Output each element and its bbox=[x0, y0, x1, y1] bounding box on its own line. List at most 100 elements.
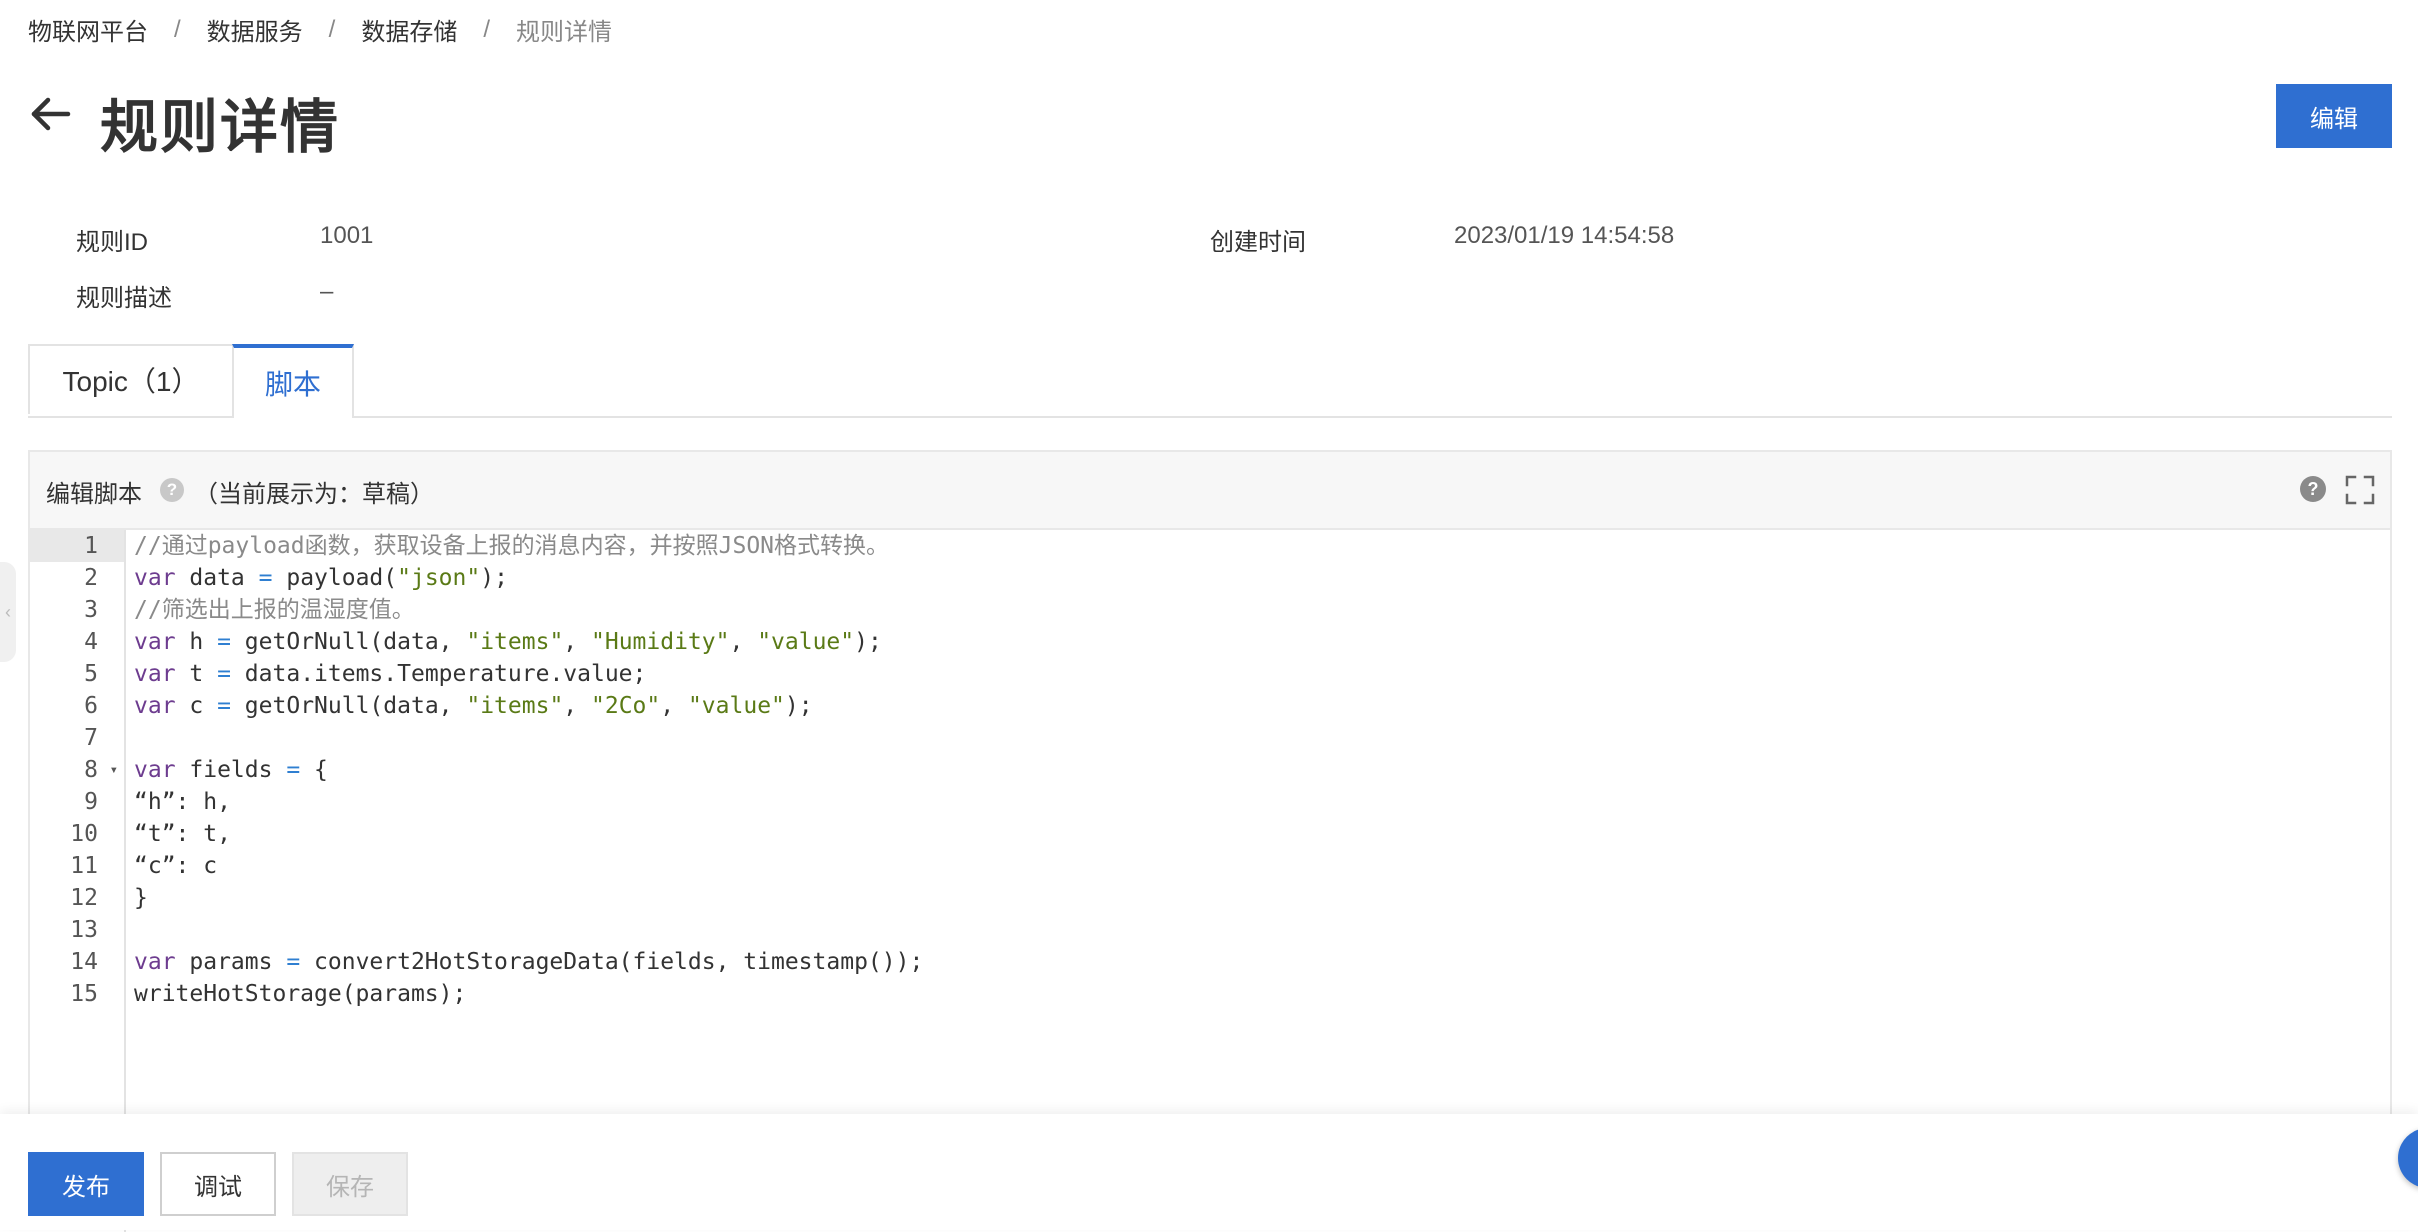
code-token: , bbox=[563, 693, 591, 719]
editor-draft-status: （当前展示为：草稿） bbox=[194, 481, 434, 508]
help-icon[interactable]: ? bbox=[160, 478, 184, 502]
chevron-left-icon: ‹ bbox=[5, 601, 11, 622]
code-token: = bbox=[286, 757, 301, 783]
code-token: "json" bbox=[397, 565, 481, 591]
code-token: convert2HotStorageData(fields, timestamp… bbox=[300, 949, 924, 975]
code-line: var t = data.items.Temperature.value; bbox=[134, 658, 2390, 690]
line-number: 9 bbox=[84, 789, 98, 815]
code-token: h bbox=[175, 629, 218, 655]
code-line: “h”: h, bbox=[134, 786, 2390, 818]
code-token: “t”: t, bbox=[134, 821, 231, 847]
code-token: “h”: h, bbox=[134, 789, 231, 815]
line-number: 8 ▾ bbox=[30, 754, 124, 786]
code-line: var c = getOrNull(data, "items", "2Co", … bbox=[134, 690, 2390, 722]
line-number: 11 bbox=[70, 853, 98, 879]
tab-script[interactable]: 脚本 bbox=[232, 344, 354, 418]
code-token: "value" bbox=[757, 629, 855, 655]
editor-title: 编辑脚本 bbox=[46, 481, 142, 508]
line-number: 7 bbox=[84, 725, 98, 751]
line-number: 3 bbox=[84, 597, 98, 623]
page-title: 规则详情 bbox=[100, 95, 341, 160]
collapse-handle[interactable]: ‹ bbox=[0, 562, 16, 662]
code-token: var bbox=[134, 661, 176, 687]
code-token: = bbox=[258, 565, 273, 591]
created-time-label: 创建时间 bbox=[1210, 229, 1306, 256]
line-number: 15 bbox=[70, 981, 98, 1007]
line-number: 5 bbox=[84, 661, 98, 687]
code-token: payload( bbox=[272, 565, 398, 591]
back-arrow-icon[interactable] bbox=[28, 92, 72, 136]
code-token: = bbox=[286, 949, 301, 975]
code-token: = bbox=[217, 629, 231, 655]
line-number: 2 bbox=[84, 565, 98, 591]
breadcrumb-item-iot-platform[interactable]: 物联网平台 bbox=[28, 12, 148, 47]
save-button: 保存 bbox=[292, 1152, 408, 1216]
code-token: "items" bbox=[466, 693, 564, 719]
breadcrumb-separator: / bbox=[328, 15, 336, 43]
rule-id-label: 规则ID bbox=[76, 229, 148, 256]
code-token: //通过payload函数，获取设备上报的消息内容，并按照JSON格式转换。 bbox=[134, 533, 890, 559]
code-line: var params = convert2HotStorageData(fiel… bbox=[134, 946, 2390, 978]
fullscreen-icon[interactable] bbox=[2344, 474, 2376, 506]
script-editor-panel: 编辑脚本 ? （当前展示为：草稿） ? 1 2 3 4 5 6 7 8 ▾ 9 10 11 12 13 14… bbox=[28, 450, 2392, 1232]
code-token: params bbox=[175, 949, 287, 975]
line-number: 14 bbox=[70, 949, 98, 975]
line-number: 12 bbox=[70, 885, 98, 911]
code-line: var fields = { bbox=[134, 754, 2390, 786]
breadcrumb-item-data-storage[interactable]: 数据存储 bbox=[361, 12, 457, 47]
code-token: = bbox=[217, 661, 231, 687]
code-token: { bbox=[300, 757, 328, 783]
breadcrumb-current: 规则详情 bbox=[516, 19, 613, 46]
code-token: var bbox=[134, 693, 176, 719]
edit-button[interactable]: 编辑 bbox=[2276, 84, 2392, 148]
line-number: 13 bbox=[70, 917, 98, 943]
code-token: ); bbox=[854, 629, 882, 655]
line-number: 1 bbox=[30, 530, 124, 562]
tab-bar: Topic（1） 脚本 bbox=[28, 344, 2392, 418]
rule-desc-value: – bbox=[320, 278, 334, 305]
editor-header: 编辑脚本 ? （当前展示为：草稿） ? bbox=[30, 452, 2390, 530]
line-number: 6 bbox=[84, 693, 98, 719]
code-token: , bbox=[563, 629, 591, 655]
code-token: c bbox=[175, 693, 218, 719]
action-bar: 发布 调试 保存 bbox=[0, 1114, 2418, 1230]
breadcrumb-item-data-service[interactable]: 数据服务 bbox=[207, 12, 303, 47]
code-token: fields bbox=[175, 757, 287, 783]
code-token: var bbox=[134, 565, 176, 591]
debug-button[interactable]: 调试 bbox=[160, 1152, 276, 1216]
code-token: "items" bbox=[466, 629, 564, 655]
publish-button[interactable]: 发布 bbox=[28, 1152, 144, 1216]
code-token: "2Co" bbox=[591, 693, 661, 719]
code-token: "value" bbox=[687, 693, 785, 719]
tab-topic[interactable]: Topic（1） bbox=[28, 344, 234, 414]
rule-id-value: 1001 bbox=[320, 222, 374, 249]
code-token: data bbox=[175, 565, 259, 591]
rule-desc-label: 规则描述 bbox=[76, 285, 172, 312]
code-token: writeHotStorage(params); bbox=[134, 981, 467, 1007]
code-line: writeHotStorage(params); bbox=[134, 978, 2390, 1010]
code-token: t bbox=[175, 661, 218, 687]
code-line: “t”: t, bbox=[134, 818, 2390, 850]
code-token: var bbox=[134, 757, 176, 783]
line-number: 10 bbox=[70, 821, 98, 847]
code-line: var h = getOrNull(data, "items", "Humidi… bbox=[134, 626, 2390, 658]
code-token: data.items.Temperature.value; bbox=[230, 661, 647, 687]
code-token: , bbox=[660, 693, 688, 719]
created-time-value: 2023/01/19 14:54:58 bbox=[1454, 222, 1675, 249]
code-token: var bbox=[134, 629, 176, 655]
code-line: //通过payload函数，获取设备上报的消息内容，并按照JSON格式转换。 bbox=[134, 530, 2390, 562]
breadcrumb: 物联网平台 / 数据服务 / 数据存储 / 规则详情 bbox=[28, 12, 612, 47]
code-line: } bbox=[134, 882, 2390, 914]
code-token: = bbox=[217, 693, 231, 719]
code-line: var data = payload("json"); bbox=[134, 562, 2390, 594]
code-token: “c”: c bbox=[134, 853, 218, 879]
code-token: var bbox=[134, 949, 176, 975]
code-token: "Humidity" bbox=[591, 629, 730, 655]
fold-caret-icon[interactable]: ▾ bbox=[110, 754, 118, 786]
breadcrumb-separator: / bbox=[174, 15, 181, 43]
help-icon[interactable]: ? bbox=[2300, 476, 2326, 502]
code-line: //筛选出上报的温湿度值。 bbox=[134, 594, 2390, 626]
code-token: //筛选出上报的温湿度值。 bbox=[134, 597, 415, 623]
breadcrumb-separator: / bbox=[483, 15, 491, 43]
